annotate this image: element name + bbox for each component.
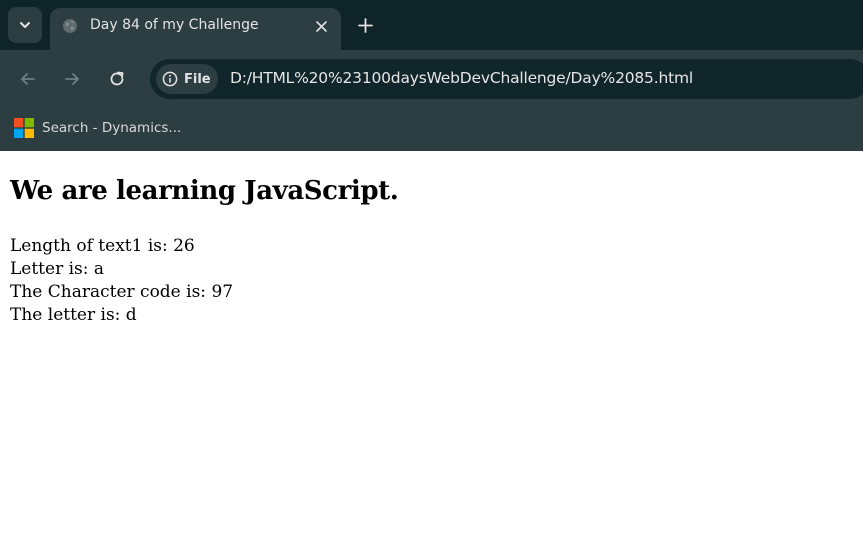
output-lines: Length of text1 is: 26 Letter is: a The … — [10, 235, 233, 327]
tab-search-button[interactable] — [8, 7, 42, 43]
tab-title: Day 84 of my Challenge — [90, 17, 259, 33]
output-line: Letter is: a — [10, 259, 105, 279]
output-line: The Character code is: 97 — [10, 282, 234, 302]
page-content: We are learning JavaScript. Length of te… — [0, 151, 863, 553]
forward-button[interactable] — [60, 67, 84, 91]
active-tab[interactable]: Day 84 of my Challenge — [50, 8, 341, 50]
windows-logo-icon — [14, 118, 34, 138]
site-chip-label: File — [184, 71, 211, 87]
reload-icon — [110, 71, 124, 86]
url-text[interactable]: D:/HTML%20%23100daysWebDevChallenge/Day%… — [230, 69, 693, 87]
address-bar[interactable]: File D:/HTML%20%23100daysWebDevChallenge… — [150, 59, 863, 99]
globe-icon — [63, 19, 77, 33]
reload-button[interactable] — [105, 67, 129, 91]
browser-toolbar: File D:/HTML%20%23100daysWebDevChallenge… — [0, 50, 863, 106]
back-button[interactable] — [16, 67, 40, 91]
info-icon — [162, 71, 178, 87]
arrow-left-icon — [21, 73, 35, 85]
new-tab-button[interactable] — [354, 14, 376, 36]
site-info-chip[interactable]: File — [156, 64, 218, 94]
output-line: Length of text1 is: 26 — [10, 236, 195, 256]
tab-close-button[interactable] — [312, 17, 330, 35]
plus-icon — [357, 17, 373, 33]
output-line: The letter is: d — [10, 305, 137, 325]
chevron-down-icon — [20, 22, 30, 28]
bookmarks-bar: Search - Dynamics... — [0, 106, 863, 151]
bookmark-label: Search - Dynamics... — [42, 120, 182, 136]
close-icon — [315, 20, 327, 32]
page-heading: We are learning JavaScript. — [10, 176, 399, 206]
tab-strip: Day 84 of my Challenge — [0, 0, 863, 50]
bookmark-item[interactable]: Search - Dynamics... — [14, 116, 181, 140]
arrow-right-icon — [65, 73, 79, 85]
